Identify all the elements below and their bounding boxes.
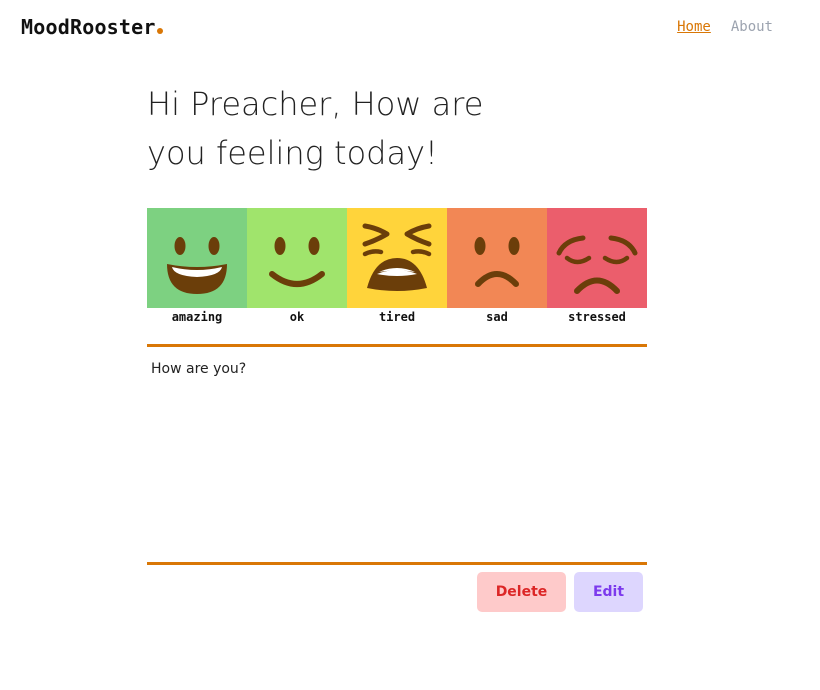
mood-option-stressed[interactable]: stressed [547,208,647,324]
pensive-face-icon [547,208,647,308]
nav-link-home[interactable]: Home [677,19,711,35]
brand-name: MoodRooster [21,15,156,39]
smiling-face-icon [247,208,347,308]
mood-label: stressed [568,310,626,324]
mood-label: sad [486,310,508,324]
mood-option-sad[interactable]: sad [447,208,547,324]
entry-text: How are you? [151,361,247,377]
brand-logo[interactable]: MoodRooster [21,15,163,39]
mood-entry-box[interactable]: How are you? [147,344,647,565]
grinning-face-icon [147,208,247,308]
mood-label: tired [378,310,416,324]
mood-option-ok[interactable]: ok [247,208,347,324]
tired-face-icon [347,208,447,308]
mood-option-amazing[interactable]: amazing [147,208,247,324]
mood-label: ok [289,310,305,324]
mood-option-tired[interactable]: tired [347,208,447,324]
edit-button[interactable]: Edit [574,572,643,612]
frowning-face-icon [447,208,547,308]
page: MoodRooster Home About Hi Preacher, How … [0,0,820,690]
brand-dot-icon [156,28,163,34]
mood-label: amazing [171,310,223,324]
main-nav: Home About [677,19,773,35]
page-title: Hi Preacher, How are you feeling today! [147,85,484,172]
delete-button[interactable]: Delete [477,572,566,612]
mood-picker: amazing ok tired sad stressed [147,208,647,324]
nav-link-about[interactable]: About [731,19,773,35]
